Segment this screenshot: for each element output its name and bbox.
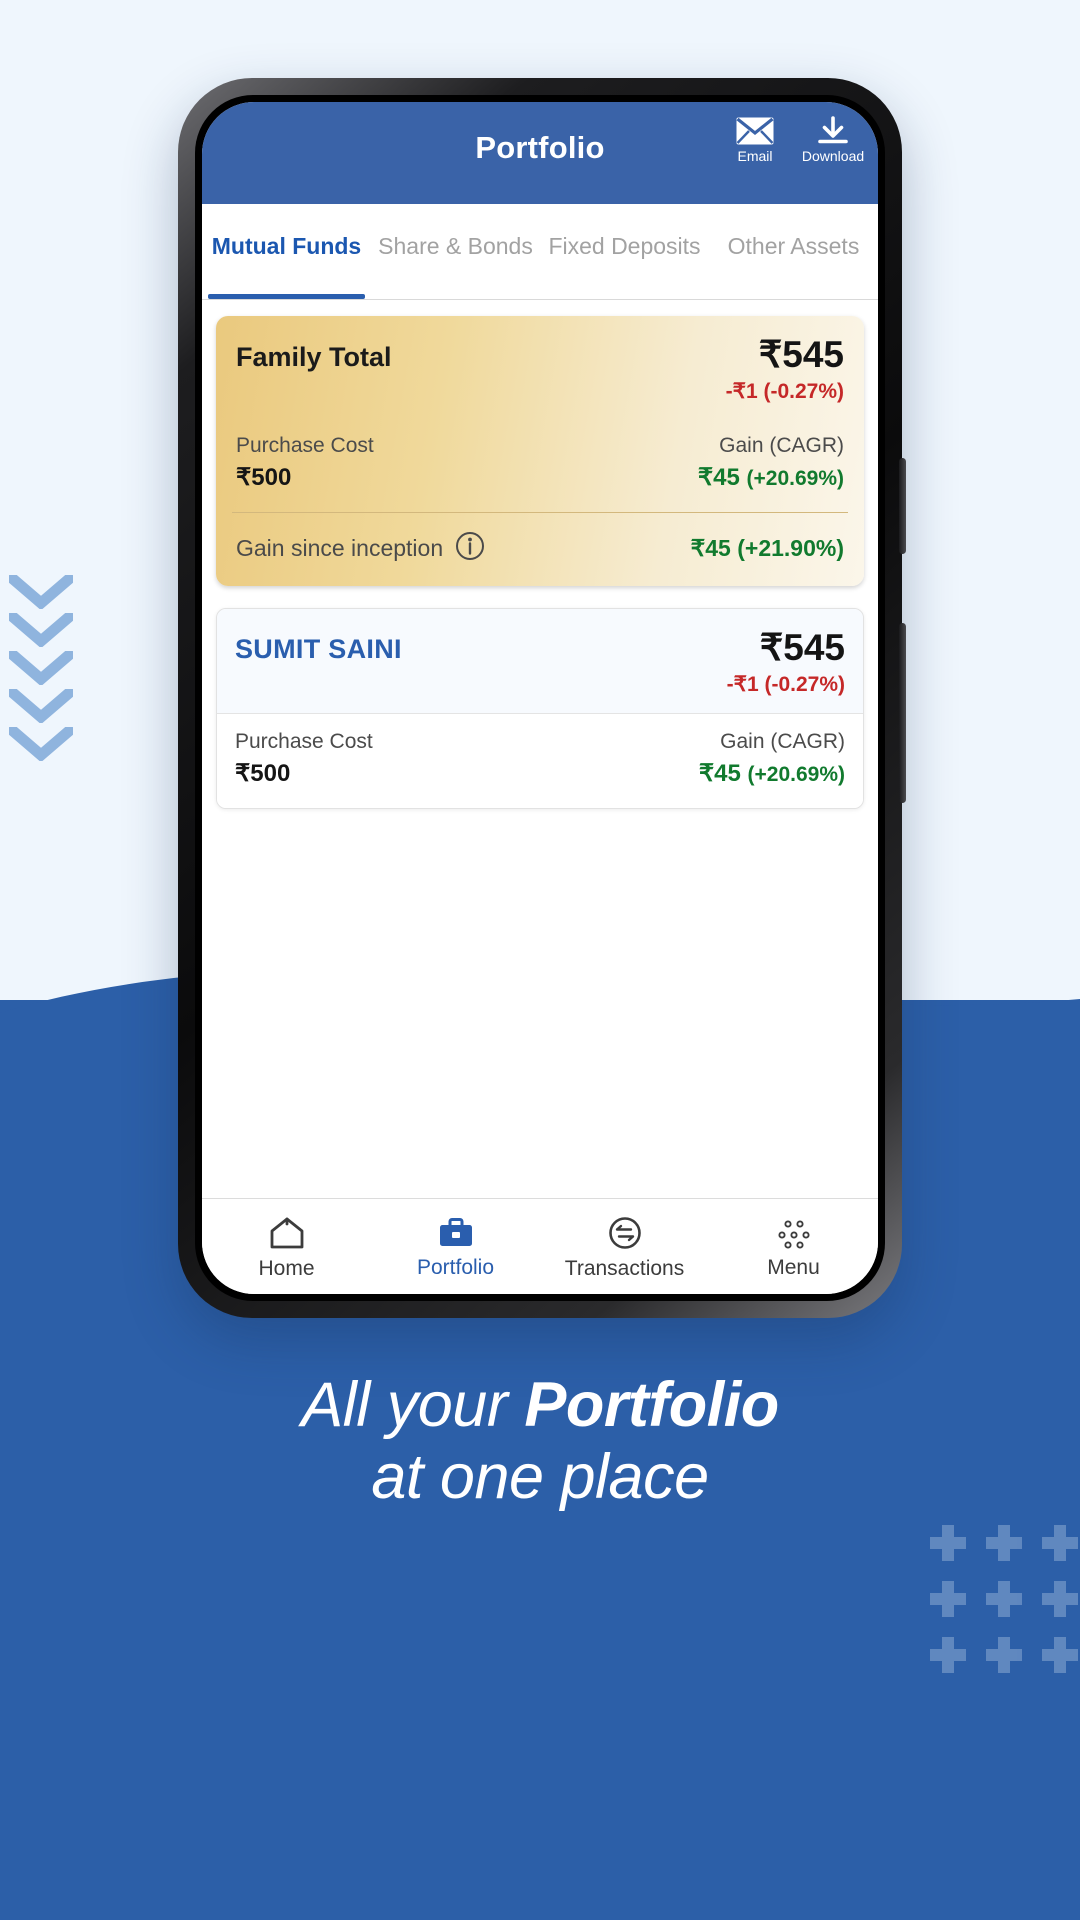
- app-screen: Portfolio Email Download Mutual Funds Sh…: [202, 102, 878, 1294]
- gain-since-inception-value: ₹45 (+21.90%): [690, 535, 844, 562]
- download-button-label: Download: [801, 148, 865, 164]
- tab-fixed-deposits[interactable]: Fixed Deposits: [540, 204, 709, 299]
- gain-label: Gain (CAGR): [720, 730, 845, 754]
- nav-label: Home: [258, 1256, 315, 1280]
- member-name: SUMIT SAINI: [235, 634, 402, 665]
- envelope-icon: [735, 116, 775, 146]
- exchange-circle-icon: [606, 1215, 644, 1251]
- gain-value: ₹45 (+20.69%): [699, 759, 845, 788]
- purchase-cost-value: ₹500: [236, 463, 292, 491]
- purchase-cost-value: ₹500: [235, 760, 291, 788]
- nav-label: Portfolio: [416, 1255, 495, 1279]
- member-portfolio-card[interactable]: SUMIT SAINI ₹545 -₹1 (-0.27%) Purchase C…: [216, 608, 864, 810]
- tab-mutual-funds[interactable]: Mutual Funds: [202, 204, 371, 299]
- email-button-label: Email: [737, 148, 773, 164]
- tagline-line-2: at one place: [371, 1441, 709, 1512]
- member-day-change: -₹1 (-0.27%): [726, 672, 845, 696]
- member-metrics: Purchase Cost ₹500 Gain (CAGR) ₹45 (+20.…: [217, 714, 863, 809]
- gain-percent: (+20.69%): [747, 763, 845, 787]
- gain-since-inception-row: Gain since inception ₹45 (+21.90%): [216, 513, 864, 586]
- member-value-block: ₹545 -₹1 (-0.27%): [727, 629, 845, 697]
- briefcase-icon: [437, 1216, 475, 1250]
- dots-grid-icon: [774, 1216, 814, 1250]
- email-button[interactable]: Email: [724, 116, 786, 163]
- tagline-prefix: All your: [301, 1370, 525, 1440]
- member-gain: Gain (CAGR) ₹45 (+20.69%): [699, 730, 845, 788]
- family-total-card[interactable]: Family Total ₹545 -₹1 (-0.27%) Purchase …: [216, 316, 864, 587]
- asset-class-tabs: Mutual Funds Share & Bonds Fixed Deposit…: [202, 204, 878, 300]
- tab-label: Other Assets: [727, 233, 860, 260]
- tab-label: Share & Bonds: [378, 233, 533, 260]
- decorative-plus-grid: [930, 1525, 1080, 1683]
- family-purchase-cost: Purchase Cost ₹500: [236, 434, 374, 492]
- decorative-chevrons: [6, 575, 76, 790]
- family-total-current-value: ₹545: [758, 334, 844, 375]
- portfolio-content: Family Total ₹545 -₹1 (-0.27%) Purchase …: [202, 300, 878, 1198]
- home-icon: [268, 1215, 306, 1251]
- gain-amount: ₹45: [698, 760, 741, 788]
- tab-other-assets[interactable]: Other Assets: [709, 204, 878, 299]
- family-total-day-change: -₹1 (-0.27%): [725, 379, 844, 403]
- phone-bezel: Portfolio Email Download Mutual Funds Sh…: [195, 95, 885, 1301]
- family-total-header: Family Total ₹545 -₹1 (-0.27%): [216, 316, 864, 418]
- header-actions: Email Download: [724, 116, 864, 163]
- gain-amount: ₹45: [697, 463, 740, 491]
- download-icon: [816, 116, 850, 146]
- info-icon[interactable]: [455, 531, 485, 566]
- purchase-cost-label: Purchase Cost: [236, 433, 374, 457]
- nav-item-portfolio[interactable]: Portfolio: [371, 1199, 540, 1294]
- tagline-emphasis: Portfolio: [524, 1370, 779, 1440]
- phone-volume-button: [899, 458, 906, 554]
- tab-share-and-bonds[interactable]: Share & Bonds: [371, 204, 540, 299]
- app-header: Portfolio Email Download: [202, 102, 878, 204]
- gain-percent: (+20.69%): [746, 466, 844, 490]
- nav-item-home[interactable]: Home: [202, 1199, 371, 1294]
- tab-label: Fixed Deposits: [548, 233, 701, 260]
- nav-label: Transactions: [564, 1256, 685, 1280]
- nav-item-transactions[interactable]: Transactions: [540, 1199, 709, 1294]
- phone-mockup-frame: Portfolio Email Download Mutual Funds Sh…: [178, 78, 906, 1318]
- member-current-value: ₹545: [759, 627, 845, 669]
- phone-power-button: [899, 623, 906, 803]
- purchase-cost-label: Purchase Cost: [235, 730, 373, 754]
- promo-tagline: All your Portfolio at one place: [0, 1370, 1080, 1514]
- nav-label: Menu: [767, 1255, 820, 1279]
- family-total-value-block: ₹545 -₹1 (-0.27%): [726, 336, 844, 404]
- gain-value: ₹45 (+20.69%): [698, 463, 844, 492]
- nav-item-menu[interactable]: Menu: [709, 1199, 878, 1294]
- family-total-label: Family Total: [236, 342, 392, 372]
- member-card-header: SUMIT SAINI ₹545 -₹1 (-0.27%): [217, 609, 863, 713]
- download-button[interactable]: Download: [802, 116, 864, 163]
- tab-label: Mutual Funds: [211, 233, 362, 260]
- gain-since-inception-label: Gain since inception: [236, 535, 444, 562]
- tagline-line-1: All your Portfolio: [0, 1370, 1080, 1442]
- member-purchase-cost: Purchase Cost ₹500: [235, 730, 373, 788]
- gain-label: Gain (CAGR): [719, 433, 844, 457]
- family-gain: Gain (CAGR) ₹45 (+20.69%): [698, 434, 844, 492]
- family-total-metrics: Purchase Cost ₹500 Gain (CAGR) ₹45 (+20.…: [216, 418, 864, 512]
- bottom-navigation: Home Portfolio Transactions Menu: [202, 1198, 878, 1294]
